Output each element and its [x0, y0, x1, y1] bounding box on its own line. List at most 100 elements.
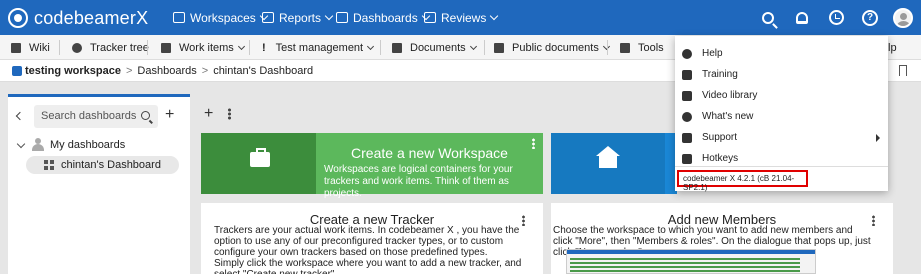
subnav-tracker-tree-label: Tracker tree	[90, 41, 149, 54]
report-icon	[262, 12, 274, 23]
review-icon	[424, 12, 436, 23]
help-button[interactable]: ?	[860, 0, 880, 35]
dashboard-grid-icon	[44, 160, 54, 170]
help-circle-icon: ?	[862, 9, 878, 26]
subnav-tools[interactable]: Tools	[620, 35, 664, 60]
more-options-icon[interactable]	[532, 138, 535, 149]
menu-item-label: What's new	[702, 111, 754, 122]
work-items-icon	[161, 42, 171, 53]
divider	[59, 40, 60, 55]
dashboards-sidebar: Search dashboards + My dashboards chinta…	[8, 94, 190, 274]
workspace-home-card[interactable]	[551, 133, 677, 194]
image-row	[570, 270, 800, 272]
image-row	[570, 258, 800, 260]
global-search-button[interactable]	[758, 0, 778, 35]
collapse-sidebar-icon[interactable]	[15, 111, 25, 121]
search-icon	[762, 11, 774, 24]
card-icon-area	[551, 133, 665, 194]
wiki-icon	[11, 42, 21, 53]
bell-icon	[796, 11, 808, 24]
chevron-down-icon	[490, 11, 499, 21]
breadcrumb-dashboards[interactable]: Dashboards	[137, 65, 196, 77]
subnav-documents[interactable]: Documents	[392, 35, 477, 60]
subnav-documents-label: Documents	[410, 41, 466, 54]
subnav-tracker-tree[interactable]: Tracker tree	[72, 35, 149, 60]
nav-reviews-label: Reviews	[441, 10, 487, 25]
nav-workspaces-label: Workspaces	[190, 10, 256, 25]
divider	[249, 40, 250, 55]
menu-item-label: Video library	[702, 90, 758, 101]
history-button[interactable]	[826, 0, 846, 35]
menu-item-help[interactable]: Help	[675, 43, 888, 64]
more-options-icon[interactable]	[228, 108, 231, 120]
card-description: Workspaces are logical containers for yo…	[324, 164, 513, 199]
bookmark-icon[interactable]	[899, 65, 907, 76]
search-dashboards-input[interactable]: Search dashboards	[34, 105, 158, 128]
user-icon	[32, 138, 44, 151]
subnav-wiki[interactable]: Wiki	[11, 35, 50, 60]
home-icon	[596, 146, 620, 168]
create-tracker-widget: Create a new Tracker Trackers are your a…	[201, 203, 543, 274]
public-document-icon	[494, 42, 504, 53]
subnav-tools-label: Tools	[638, 41, 664, 54]
chevron-down-icon	[324, 11, 334, 21]
notifications-button[interactable]	[792, 0, 812, 35]
breadcrumb-page: chintan's Dashboard	[213, 64, 314, 77]
breadcrumb-separator: >	[201, 64, 209, 77]
sidebar-item-label: chintan's Dashboard	[61, 159, 161, 171]
exclamation-icon: !	[262, 41, 266, 54]
menu-item-support[interactable]: Support	[675, 127, 888, 148]
divider	[380, 40, 381, 55]
nav-dashboards[interactable]: Dashboards	[336, 0, 430, 35]
logo-text: codebeamerX	[34, 7, 149, 28]
nav-workspaces[interactable]: Workspaces	[173, 0, 269, 35]
menu-item-label: Hotkeys	[702, 153, 739, 164]
subnav-work-items-label: Work items	[179, 41, 234, 54]
divider	[607, 40, 608, 55]
nav-reviews[interactable]: Reviews	[424, 0, 499, 35]
menu-item-label: Support	[702, 132, 738, 143]
nav-reports-label: Reports	[279, 10, 322, 25]
help-circle-icon	[682, 48, 692, 59]
version-info: codebeamer X 4.2.1 (cB 21.04-SP2.1)	[677, 170, 808, 192]
avatar-icon	[893, 7, 913, 28]
subnav-work-items[interactable]: Work items	[161, 35, 245, 60]
subnav-test-management[interactable]: ! Test management	[262, 35, 375, 60]
subnav-public-documents[interactable]: Public documents	[494, 35, 610, 60]
menu-divider	[675, 166, 888, 167]
nav-dashboards-label: Dashboards	[353, 10, 418, 25]
briefcase-icon	[250, 148, 270, 167]
breadcrumb-workspace[interactable]: testing workspace	[25, 65, 121, 77]
app-logo[interactable]: codebeamerX	[8, 7, 148, 29]
create-workspace-card[interactable]: Create a new Workspace Workspaces are lo…	[201, 133, 543, 199]
my-dashboards-group[interactable]: My dashboards	[50, 139, 125, 151]
add-widget-button[interactable]: +	[204, 106, 213, 122]
codebeamer-logo-icon	[8, 8, 28, 28]
chevron-down-icon[interactable]	[16, 139, 26, 149]
keyboard-icon	[682, 153, 692, 164]
subnav-wiki-label: Wiki	[29, 41, 50, 54]
search-placeholder: Search dashboards	[41, 110, 137, 122]
widget-text: Trackers are your actual work items. In …	[214, 225, 534, 274]
flame-icon	[682, 111, 692, 122]
card-title: Create a new Workspace	[351, 145, 508, 161]
menu-item-video-library[interactable]: Video library	[675, 85, 888, 106]
add-dashboard-button[interactable]: +	[165, 107, 174, 123]
dashboard-grid-icon	[336, 12, 348, 23]
menu-item-training[interactable]: Training	[675, 64, 888, 85]
image-header	[567, 250, 815, 254]
chevron-down-icon	[469, 42, 477, 50]
top-navbar: codebeamerX Workspaces Reports Dashboard…	[0, 0, 921, 35]
nav-reports[interactable]: Reports	[262, 0, 334, 35]
menu-item-whats-new[interactable]: What's new	[675, 106, 888, 127]
image-row	[570, 266, 800, 268]
search-icon[interactable]	[141, 111, 150, 120]
graduation-cap-icon	[682, 69, 692, 80]
user-avatar-button[interactable]	[893, 0, 913, 35]
video-icon	[682, 90, 692, 101]
sidebar-item-dashboard[interactable]: chintan's Dashboard	[26, 156, 179, 174]
menu-item-label: Help	[702, 48, 723, 59]
chevron-down-icon	[237, 42, 245, 50]
question-square-icon	[682, 132, 692, 143]
chevron-right-icon	[876, 134, 880, 142]
